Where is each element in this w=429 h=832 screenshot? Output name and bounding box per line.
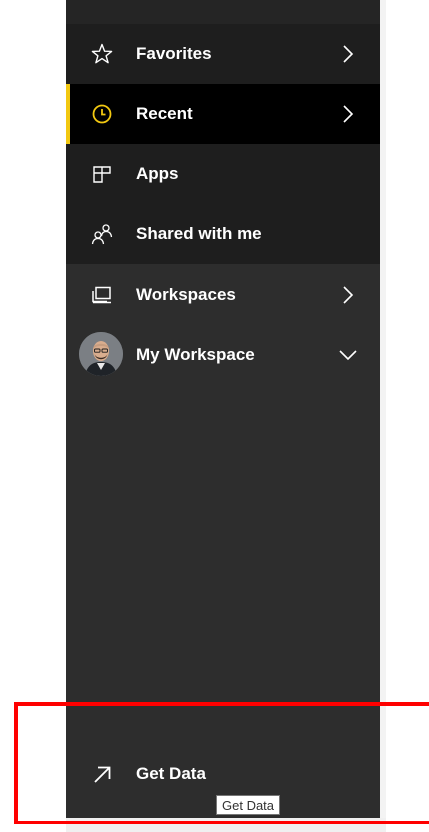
nav-item-recent[interactable]: Recent [66,84,380,144]
get-data-tooltip: Get Data [216,795,281,815]
navigation-pane: Favorites Recent Apps Shared with me Wor… [66,0,380,818]
chevron-right-icon[interactable] [338,285,358,305]
chevron-down-icon[interactable] [338,345,358,365]
nav-item-shared-with-me[interactable]: Shared with me [66,204,380,264]
shared-people-icon [90,222,114,246]
nav-item-label: My Workspace [136,345,255,364]
chevron-right-icon[interactable] [338,44,358,64]
nav-item-apps[interactable]: Apps [66,144,380,204]
star-icon [90,42,114,66]
pane-bottom-strip [66,818,386,832]
nav-item-label: Apps [136,164,179,183]
workspaces-icon [90,283,114,307]
nav-item-my-workspace[interactable]: My Workspace [66,325,380,385]
nav-pane-top-bar [66,0,380,24]
nav-item-favorites[interactable]: Favorites [66,24,380,84]
nav-item-label: Favorites [136,44,212,63]
pane-edge-strip [380,0,386,818]
apps-icon [90,162,114,186]
arrow-up-right-icon [90,762,114,786]
nav-item-label: Shared with me [136,224,262,243]
nav-item-label: Get Data [136,764,206,783]
clock-icon [90,102,114,126]
chevron-right-icon[interactable] [338,104,358,124]
nav-item-workspaces[interactable]: Workspaces [66,265,380,325]
nav-item-label: Recent [136,104,193,123]
user-avatar [79,332,123,376]
nav-item-label: Workspaces [136,285,236,304]
